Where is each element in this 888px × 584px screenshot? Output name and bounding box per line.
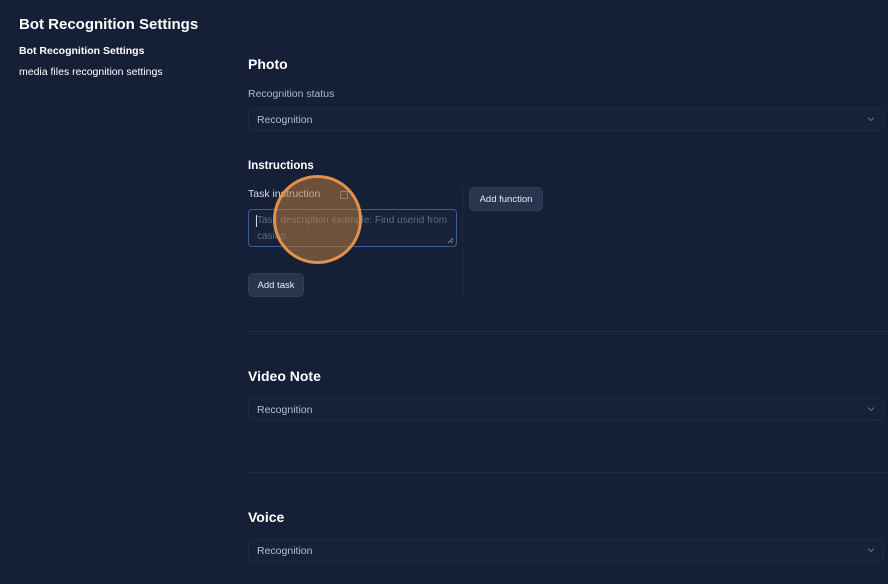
- nav-item-bot-recognition-settings[interactable]: Bot Recognition Settings: [19, 45, 163, 57]
- voice-status-select[interactable]: Recognition: [248, 539, 884, 562]
- chevron-down-icon: [867, 117, 875, 122]
- add-function-button[interactable]: Add function: [469, 187, 543, 211]
- photo-section-title: Photo: [248, 56, 288, 72]
- video-note-section-title: Video Note: [248, 368, 321, 384]
- copy-icon[interactable]: [340, 191, 348, 199]
- nav-item-media-files-recognition-settings[interactable]: media files recognition settings: [19, 66, 163, 78]
- chevron-down-icon: [867, 548, 875, 553]
- voice-status-value: Recognition: [257, 545, 313, 557]
- section-divider: [248, 331, 888, 332]
- page-title: Bot Recognition Settings: [19, 16, 199, 33]
- text-caret: [256, 215, 257, 227]
- resize-handle-icon[interactable]: [447, 237, 454, 244]
- main-content: Photo Recognition status Recognition Ins…: [248, 0, 888, 584]
- photo-status-label: Recognition status: [248, 88, 335, 100]
- section-divider: [248, 472, 888, 473]
- chevron-down-icon: [867, 407, 875, 412]
- video-note-status-value: Recognition: [257, 404, 313, 416]
- instructions-title: Instructions: [248, 160, 314, 172]
- task-instruction-label: Task instruction: [248, 188, 321, 200]
- column-divider: [462, 186, 463, 296]
- video-note-status-select[interactable]: Recognition: [248, 398, 884, 421]
- photo-status-select[interactable]: Recognition: [248, 108, 884, 131]
- sidebar-nav: Bot Recognition Settings media files rec…: [19, 45, 163, 87]
- add-task-button[interactable]: Add task: [248, 273, 304, 297]
- task-instruction-placeholder: Task description example: Find userid fr…: [257, 215, 448, 242]
- photo-status-value: Recognition: [257, 114, 313, 126]
- voice-section-title: Voice: [248, 509, 285, 525]
- task-instruction-textarea[interactable]: Task description example: Find userid fr…: [248, 209, 457, 247]
